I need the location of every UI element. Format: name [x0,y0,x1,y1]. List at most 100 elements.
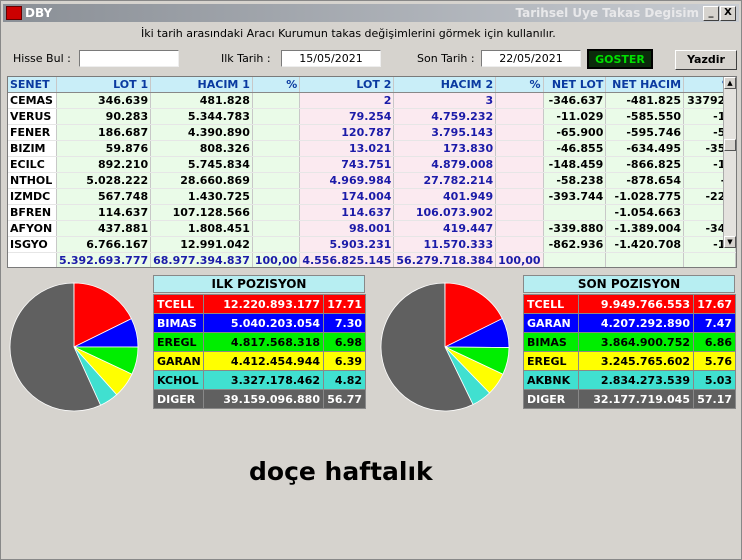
table-cell: -58.238 [543,172,607,189]
position-val: 3.864.900.752 [578,332,694,352]
table-cell: 1.430.725 [150,188,253,205]
position-pct: 5.76 [693,351,736,371]
table-cell: -1.420.708 [605,236,685,253]
position-pct: 6.86 [693,332,736,352]
search-label: Hisse Bul : [13,52,71,65]
table-cell: -595.746 [605,124,685,141]
table-cell [252,140,301,157]
total-cell: 100,00 [495,252,544,267]
table-row[interactable]: AFYON 437.881 1.808.451 98.001 419.447 -339.8… [8,220,736,237]
column-header[interactable]: % [252,77,301,93]
position-row: KCHOL 3.327.178.462 4.82 [153,370,366,390]
table-row[interactable]: BIZIM 59.876 808.326 13.021 173.830 -46.855 -6… [8,140,736,157]
table-cell: ISGYO [8,236,58,253]
table-cell: BIZIM [8,140,58,157]
son-pie-chart [380,282,510,412]
column-header[interactable]: SENET [8,77,58,93]
table-cell: -1.389.004 [605,220,685,237]
table-cell: IZMDC [8,188,58,205]
end-date-field[interactable]: 22/05/2021 [481,50,581,67]
table-row[interactable]: ECILC 892.210 5.745.834 743.751 4.879.008 -14… [8,156,736,173]
column-header[interactable]: NET LOT [543,77,607,93]
show-button[interactable]: GOSTER [587,49,653,69]
start-date-field[interactable]: 15/05/2021 [281,50,381,67]
table-cell [495,92,544,109]
table-cell: 11.570.333 [393,236,497,253]
table-row[interactable]: FENER 186.687 4.390.890 120.787 3.795.143 -65… [8,124,736,141]
table-cell: 28.660.869 [150,172,253,189]
position-row: EREGL 4.817.568.318 6.98 [153,332,366,352]
total-cell [8,252,58,267]
table-cell [495,172,544,189]
close-button[interactable]: X [720,6,736,21]
table-cell [252,236,301,253]
position-sym: BIMAS [523,332,579,352]
table-cell [495,188,544,205]
table-cell: 5.344.783 [150,108,253,125]
table-cell: 743.751 [299,156,395,173]
table-cell: 13.021 [299,140,395,157]
table-cell: 437.881 [56,220,152,237]
table-cell: FENER [8,124,58,141]
position-sym: AKBNK [523,370,579,390]
column-header[interactable]: HACIM 2 [393,77,497,93]
table-row[interactable]: VERUS 90.283 5.344.783 79.254 4.759.232 -11.0… [8,108,736,125]
table-row[interactable]: CEMAS 346.639 481.828 2 3 -346.637 -481.825 337… [8,92,736,109]
total-cell [543,252,607,267]
total-cell: 4.556.825.145 [299,252,395,267]
start-date-label: Ilk Tarih : [221,52,271,65]
column-header[interactable]: HACIM 1 [150,77,253,93]
table-row[interactable]: ISGYO 6.766.167 12.991.042 5.903.231 11.570.… [8,236,736,253]
scroll-up-icon[interactable]: ▲ [724,77,736,89]
position-val: 2.834.273.539 [578,370,694,390]
column-header[interactable]: LOT 1 [56,77,152,93]
table-cell: -393.744 [543,188,607,205]
table-cell [495,124,544,141]
table-cell: 481.828 [150,92,253,109]
table-cell: 174.004 [299,188,395,205]
table-cell: 346.639 [56,92,152,109]
table-cell: -862.936 [543,236,607,253]
scroll-down-icon[interactable]: ▼ [724,236,736,248]
table-row[interactable]: BFREN 114.637 107.128.566 114.637 106.073.90… [8,204,736,221]
table-scrollbar[interactable]: ▲ ▼ [723,77,736,248]
total-cell: 68.977.394.837 [150,252,253,267]
print-button[interactable]: Yazdir [675,50,737,70]
table-cell: -148.459 [543,156,607,173]
position-val: 32.177.719.045 [578,389,694,409]
table-cell: 114.637 [299,204,395,221]
scroll-thumb[interactable] [724,139,736,151]
table-cell [495,156,544,173]
column-header[interactable]: NET HACIM [605,77,685,93]
table-cell [252,204,301,221]
position-row: AKBNK 2.834.273.539 5.03 [523,370,736,390]
takas-table: SENET LOT 1 HACIM 1% LOT 2 HACIM 2% NET LOT NE… [7,76,737,268]
minimize-button[interactable]: _ [703,6,719,21]
table-cell [543,204,607,221]
table-cell: 1.808.451 [150,220,253,237]
help-text: İki tarih arasındaki Aracı Kurumun takas… [141,27,556,40]
table-row[interactable]: IZMDC 567.748 1.430.725 174.004 401.949 -393.… [8,188,736,205]
takas-grid: SENET LOT 1 HACIM 1% LOT 2 HACIM 2% NET LOT NE… [8,77,736,267]
table-cell: 90.283 [56,108,152,125]
table-cell [252,108,301,125]
position-sym: TCELL [523,294,579,314]
table-cell: -585.550 [605,108,685,125]
table-cell: NTHOL [8,172,58,189]
position-pct: 6.98 [323,332,366,352]
table-cell: 567.748 [56,188,152,205]
column-header[interactable]: LOT 2 [299,77,395,93]
table-row[interactable]: NTHOL 5.028.222 28.660.869 4.969.984 27.782.… [8,172,736,189]
window-title: DBY [25,6,53,20]
column-header[interactable]: % [495,77,544,93]
title-bar: DBY Tarihsel Uye Takas Degisim _ X [3,4,739,22]
table-cell: 27.782.214 [393,172,497,189]
position-sym: EREGL [523,351,579,371]
position-pct: 56.77 [323,389,366,409]
table-cell: 808.326 [150,140,253,157]
table-cell: -46.855 [543,140,607,157]
position-val: 4.207.292.890 [578,313,694,333]
table-cell: -481.825 [605,92,685,109]
table-cell [252,172,301,189]
search-input[interactable] [79,50,179,67]
